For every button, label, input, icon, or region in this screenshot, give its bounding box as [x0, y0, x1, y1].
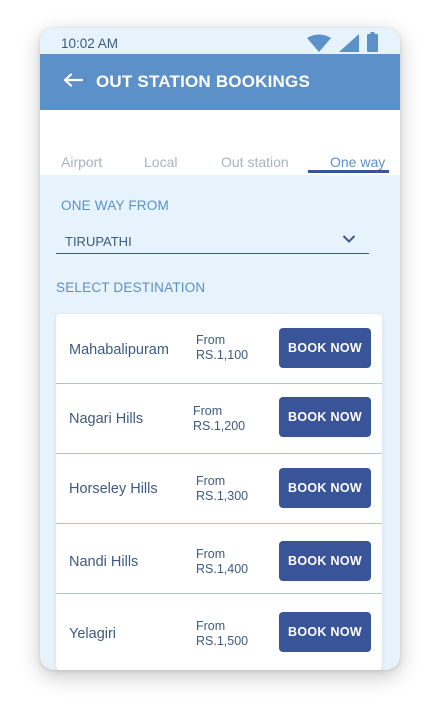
- price-from-label: From: [196, 333, 226, 347]
- book-now-button[interactable]: BOOK NOW: [279, 397, 371, 437]
- destination-name: Mahabalipuram: [69, 342, 169, 358]
- destination-row: Nandi Hills From RS.1,400 BOOK NOW: [56, 524, 382, 594]
- destination-row: Nagari Hills From RS.1,200 BOOK NOW: [56, 384, 382, 454]
- destination-price: From RS.1,500: [196, 619, 248, 649]
- destination-name: Yelagiri: [69, 626, 117, 642]
- tab-airport[interactable]: Airport: [61, 154, 102, 170]
- price-from-label: From: [196, 474, 226, 488]
- destination-list: Mahabalipuram From RS.1,100 BOOK NOW Nag…: [56, 314, 382, 670]
- chevron-down-icon: [342, 235, 356, 243]
- app-bar-spacer: [40, 110, 400, 120]
- destination-row: Yelagiri From RS.1,500 BOOK NOW: [56, 594, 382, 664]
- price-value: RS.1,500: [196, 634, 249, 648]
- status-icons: [307, 32, 378, 52]
- active-tab-indicator: [308, 170, 389, 173]
- phone-screen: 10:02 AM OUT STATION BOOKINGS Airport Lo…: [40, 28, 400, 670]
- price-from-label: From: [196, 547, 226, 561]
- destination-price: From RS.1,300: [196, 474, 248, 504]
- tab-out-station[interactable]: Out station: [221, 154, 289, 170]
- signal-icon: [339, 34, 359, 52]
- status-time: 10:02 AM: [61, 36, 119, 51]
- destination-name: Nagari Hills: [69, 411, 144, 427]
- destination-price: From RS.1,200: [193, 404, 245, 434]
- price-value: RS.1,100: [196, 348, 249, 362]
- price-value: RS.1,200: [193, 419, 246, 433]
- book-now-button[interactable]: BOOK NOW: [279, 612, 371, 652]
- book-now-button[interactable]: BOOK NOW: [279, 328, 371, 368]
- status-bar: 10:02 AM: [40, 28, 400, 54]
- destination-name: Nandi Hills: [69, 554, 139, 570]
- destination-row: Mahabalipuram From RS.1,100 BOOK NOW: [56, 314, 382, 384]
- battery-icon: [367, 32, 378, 52]
- price-from-label: From: [196, 619, 226, 633]
- app-bar: OUT STATION BOOKINGS: [40, 54, 400, 110]
- from-label: ONE WAY FROM: [61, 198, 169, 213]
- book-now-button[interactable]: BOOK NOW: [279, 468, 371, 508]
- destination-row: Horseley Hills From RS.1,300 BOOK NOW: [56, 454, 382, 524]
- from-city-value: TIRUPATHI: [65, 234, 132, 249]
- back-arrow-icon[interactable]: [62, 68, 86, 92]
- tab-bar: Airport Local Out station One way: [40, 120, 400, 175]
- price-value: RS.1,300: [196, 489, 249, 503]
- page-title: OUT STATION BOOKINGS: [96, 72, 310, 91]
- destination-price: From RS.1,400: [196, 547, 248, 577]
- destination-name: Horseley Hills: [69, 481, 158, 497]
- tab-one-way[interactable]: One way: [330, 154, 385, 170]
- price-value: RS.1,400: [196, 562, 249, 576]
- book-now-button[interactable]: BOOK NOW: [279, 541, 371, 581]
- wifi-icon: [307, 34, 331, 52]
- tab-local[interactable]: Local: [144, 154, 177, 170]
- destination-label: SELECT DESTINATION: [56, 280, 206, 295]
- from-city-select[interactable]: TIRUPATHI: [56, 226, 369, 254]
- destination-price: From RS.1,100: [196, 333, 248, 363]
- price-from-label: From: [193, 404, 223, 418]
